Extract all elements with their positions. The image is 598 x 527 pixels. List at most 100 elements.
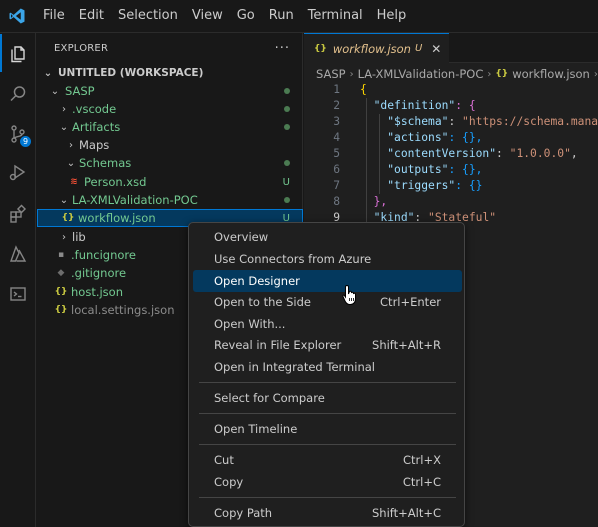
close-icon[interactable]: ✕ [431,42,441,56]
tree-label: .funcignore [71,248,136,262]
extensions-icon[interactable] [0,195,36,233]
explorer-icon[interactable] [0,34,36,72]
menu-separator [199,382,456,383]
menu-item-cut[interactable]: Cut Ctrl+X [193,449,462,471]
shortcut-label: Ctrl+X [403,453,441,467]
azure-icon[interactable] [0,235,36,273]
breadcrumb-item[interactable]: LA-XMLValidation-POC [358,67,484,81]
explorer-header: EXPLORER ··· [37,33,302,63]
rss-icon: ≋ [70,177,78,187]
tree-label: Artifacts [72,120,121,134]
menu-item-use-connectors[interactable]: Use Connectors from Azure [193,248,462,270]
tree-folder-la-xmlvalidation-poc[interactable]: ⌄ LA-XMLValidation-POC [37,191,303,209]
tree-folder-maps[interactable]: › Maps [37,136,303,154]
breadcrumb-item[interactable]: workflow.json [512,67,590,81]
tree-folder-vscode[interactable]: › .vscode [37,100,303,118]
chevron-right-icon: › [62,231,66,243]
code-editor[interactable]: 1{ 2 "definition": { 3 "$schema": "https… [304,82,598,226]
modified-dot-icon [284,104,290,115]
search-icon[interactable] [0,75,36,113]
menu-view[interactable]: View [185,4,230,28]
menu-item-select-compare[interactable]: Select for Compare [193,387,462,409]
code-line: 4 "actions": {}, [333,131,483,144]
vscode-logo-icon [2,0,32,33]
menu-run[interactable]: Run [262,4,301,28]
json-file-icon: {} [61,213,75,223]
chevron-right-icon: › [62,103,66,115]
menu-file[interactable]: File [36,4,72,28]
tab-bar: {} workflow.json U ✕ [304,33,598,63]
code-line: 8 }, [333,195,388,208]
menu-item-open-to-side[interactable]: Open to the Side Ctrl+Enter [193,291,462,313]
tree-folder-artifacts[interactable]: ⌄ Artifacts [37,118,303,136]
menu-item-open-terminal[interactable]: Open in Integrated Terminal [193,356,462,378]
json-file-icon: {} [54,287,68,297]
more-actions-icon[interactable]: ··· [275,41,290,56]
menu-go[interactable]: Go [230,4,262,28]
json-file-icon: {} [495,69,509,79]
menu-terminal[interactable]: Terminal [301,4,370,28]
menu-selection[interactable]: Selection [111,4,185,28]
menu-separator [199,444,456,445]
context-menu: Overview Use Connectors from Azure Open … [188,222,465,527]
workspace-header[interactable]: ⌄ UNTITLED (WORKSPACE) [37,64,303,82]
code-line: 7 "triggers": {} [333,179,483,192]
menu-edit[interactable]: Edit [72,4,111,28]
tree-label: workflow.json [78,211,156,225]
activity-bar: 9 [0,33,36,527]
menu-item-copy-path[interactable]: Copy Path Shift+Alt+C [193,502,462,524]
chevron-down-icon: ⌄ [59,121,69,133]
source-control-badge: 9 [20,136,31,147]
code-line: 5 "contentVersion": "1.0.0.0", [333,147,578,160]
tree-label: Schemas [79,156,132,170]
hand-cursor-icon [342,284,360,309]
tab-workflow-json[interactable]: {} workflow.json U ✕ [304,33,450,63]
source-control-icon[interactable]: 9 [0,115,36,153]
tree-folder-sasp[interactable]: ⌄ SASP [37,82,303,100]
run-debug-icon[interactable] [0,153,36,191]
code-line: 3 "$schema": "https://schema.manage [333,115,598,128]
shortcut-label: Shift+Alt+C [371,506,441,520]
chevron-down-icon: ⌄ [66,157,76,169]
modified-dot-icon [284,195,290,206]
menu-item-overview[interactable]: Overview [193,226,462,248]
tree-label: host.json [71,285,123,299]
tree-label: lib [72,230,86,244]
code-line: 6 "outputs": {}, [333,163,483,176]
workspace-label: UNTITLED (WORKSPACE) [58,67,204,79]
chevron-right-icon: › [69,139,73,151]
tree-label: SASP [65,84,95,98]
terminal-icon[interactable] [0,275,36,313]
menu-item-copy[interactable]: Copy Ctrl+C [193,471,462,493]
menu-item-open-designer[interactable]: Open Designer [193,270,462,292]
menu-help[interactable]: Help [370,4,414,28]
json-file-icon: {} [314,43,327,54]
explorer-title: EXPLORER [54,42,109,54]
tree-label: LA-XMLValidation-POC [72,193,198,207]
modified-dot-icon [284,86,290,97]
shortcut-label: Ctrl+Enter [380,295,441,309]
untracked-status: U [282,176,290,188]
menu-item-reveal-file-explorer[interactable]: Reveal in File Explorer Shift+Alt+R [193,334,462,356]
tree-label: Maps [79,138,110,152]
chevron-right-icon: › [487,68,492,80]
chevron-down-icon: ⌄ [59,194,69,206]
menu-item-open-with[interactable]: Open With... [193,313,462,335]
chevron-down-icon: ⌄ [50,85,60,97]
breadcrumb-item[interactable]: SASP [316,67,346,81]
chevron-right-icon: › [349,68,354,80]
code-line: 1{ [333,83,367,96]
git-icon: ◆ [57,268,65,278]
tree-label: local.settings.json [71,303,175,317]
menu-bar: File Edit Selection View Go Run Terminal… [36,4,413,28]
tree-label: Person.xsd [84,175,147,189]
tree-file-person-xsd[interactable]: ≋ Person.xsd U [37,173,303,191]
tab-status: U [414,43,423,54]
menu-item-open-timeline[interactable]: Open Timeline [193,418,462,440]
modified-dot-icon [284,122,290,133]
title-bar: File Edit Selection View Go Run Terminal… [0,0,598,33]
chevron-down-icon: ⌄ [43,67,53,79]
shortcut-label: Shift+Alt+R [372,338,441,352]
modified-dot-icon [284,158,290,169]
tree-folder-schemas[interactable]: ⌄ Schemas [37,154,303,172]
